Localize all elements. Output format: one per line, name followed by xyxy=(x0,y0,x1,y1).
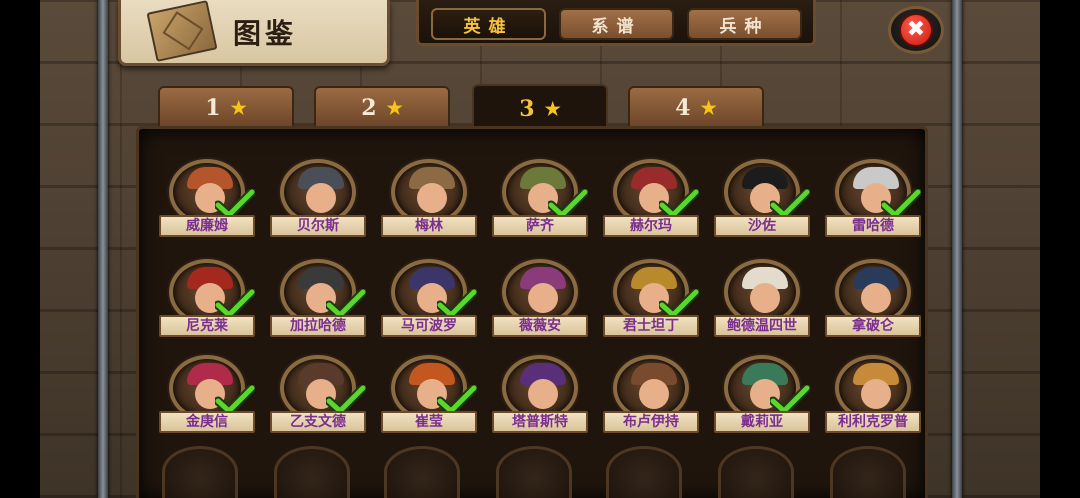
hero-name-label: 赫尔玛 xyxy=(603,215,699,237)
hero-portrait-partial[interactable] xyxy=(830,446,906,498)
hero-name-label: 威廉姆 xyxy=(159,215,255,237)
star-tab-label: 1 xyxy=(205,95,221,121)
hero-card[interactable]: 萨齐 xyxy=(492,159,588,245)
hero-face-icon xyxy=(639,379,669,409)
tab-heroes[interactable]: 英雄 xyxy=(431,8,546,40)
hero-name-label: 塔普斯特 xyxy=(492,411,588,433)
hero-card[interactable]: 沙佐 xyxy=(714,159,810,245)
hero-portrait-partial[interactable] xyxy=(606,446,682,498)
hero-name-label: 加拉哈德 xyxy=(270,315,366,337)
hero-card[interactable]: 尼克莱 xyxy=(159,259,255,345)
hero-card[interactable]: 戴莉亚 xyxy=(714,355,810,441)
close-button[interactable]: ✖ xyxy=(888,6,944,54)
hero-name-label: 乙支文德 xyxy=(270,411,366,433)
hero-name-label: 梅林 xyxy=(381,215,477,237)
hero-card[interactable]: 薇薇安 xyxy=(492,259,588,345)
hero-card[interactable]: 崔莹 xyxy=(381,355,477,441)
book-icon xyxy=(146,0,218,62)
hero-name-label: 鲍德温四世 xyxy=(714,315,810,337)
hero-face-icon xyxy=(861,283,891,313)
star-tab-2[interactable]: 2 ★ xyxy=(314,86,450,128)
star-icon: ★ xyxy=(700,97,717,119)
page-title: 图鉴 xyxy=(233,17,298,50)
hero-name-label: 雷哈德 xyxy=(825,215,921,237)
hero-name-label: 君士坦丁 xyxy=(603,315,699,337)
hero-card[interactable]: 拿破仑 xyxy=(825,259,921,345)
title-card: 图鉴 xyxy=(118,0,390,66)
right-letterbox xyxy=(1040,0,1080,498)
hero-face-icon xyxy=(417,183,447,213)
hero-name-label: 贝尔斯 xyxy=(270,215,366,237)
top-menu: 英雄 系谱 兵种 xyxy=(416,0,816,46)
tab-troops[interactable]: 兵种 xyxy=(687,8,802,40)
star-tab-label: 3 xyxy=(519,96,535,122)
hero-face-icon xyxy=(528,283,558,313)
hero-card[interactable]: 金庚信 xyxy=(159,355,255,441)
hero-name-label: 戴莉亚 xyxy=(714,411,810,433)
hero-portrait-partial[interactable] xyxy=(496,446,572,498)
hero-portrait-partial[interactable] xyxy=(384,446,460,498)
hero-card[interactable]: 布卢伊持 xyxy=(603,355,699,441)
hero-face-icon xyxy=(528,379,558,409)
hero-card[interactable]: 加拉哈德 xyxy=(270,259,366,345)
left-frame-post xyxy=(98,0,108,498)
hero-name-label: 尼克莱 xyxy=(159,315,255,337)
hero-card[interactable]: 威廉姆 xyxy=(159,159,255,245)
hero-name-label: 沙佐 xyxy=(714,215,810,237)
close-icon: ✖ xyxy=(899,13,933,47)
tab-lineage[interactable]: 系谱 xyxy=(559,8,674,40)
hero-card[interactable]: 贝尔斯 xyxy=(270,159,366,245)
hero-card[interactable]: 君士坦丁 xyxy=(603,259,699,345)
star-tab-label: 2 xyxy=(361,95,377,121)
hero-portrait-partial[interactable] xyxy=(162,446,238,498)
hero-name-label: 薇薇安 xyxy=(492,315,588,337)
right-frame-post xyxy=(952,0,962,498)
star-icon: ★ xyxy=(230,97,247,119)
hero-card[interactable]: 梅林 xyxy=(381,159,477,245)
hero-name-label: 拿破仑 xyxy=(825,315,921,337)
hero-card[interactable]: 马可波罗 xyxy=(381,259,477,345)
hero-name-label: 利利克罗普 xyxy=(825,411,921,433)
hero-grid-panel: 威廉姆 贝尔斯 梅林 萨齐 赫尔玛 沙佐 雷哈德尼克莱 加拉哈德 马可波罗 薇薇安 君士坦丁 鲍德温四… xyxy=(136,126,928,498)
hero-name-label: 萨齐 xyxy=(492,215,588,237)
hero-name-label: 马可波罗 xyxy=(381,315,477,337)
hero-card[interactable]: 鲍德温四世 xyxy=(714,259,810,345)
star-tab-4[interactable]: 4 ★ xyxy=(628,86,764,128)
hero-face-icon xyxy=(750,283,780,313)
star-icon: ★ xyxy=(386,97,403,119)
hero-face-icon xyxy=(306,183,336,213)
hero-card[interactable]: 乙支文德 xyxy=(270,355,366,441)
star-tab-label: 4 xyxy=(675,95,691,121)
left-letterbox xyxy=(0,0,40,498)
hero-card[interactable]: 雷哈德 xyxy=(825,159,921,245)
hero-name-label: 金庚信 xyxy=(159,411,255,433)
star-tab-1[interactable]: 1 ★ xyxy=(158,86,294,128)
hero-card[interactable]: 塔普斯特 xyxy=(492,355,588,441)
hero-portrait-partial[interactable] xyxy=(718,446,794,498)
hero-portrait-partial[interactable] xyxy=(274,446,350,498)
hero-card[interactable]: 利利克罗普 xyxy=(825,355,921,441)
hero-face-icon xyxy=(861,379,891,409)
star-tab-3[interactable]: 3 ★ xyxy=(472,84,608,132)
hero-name-label: 崔莹 xyxy=(381,411,477,433)
hero-card[interactable]: 赫尔玛 xyxy=(603,159,699,245)
hero-name-label: 布卢伊持 xyxy=(603,411,699,433)
star-icon: ★ xyxy=(544,98,561,120)
